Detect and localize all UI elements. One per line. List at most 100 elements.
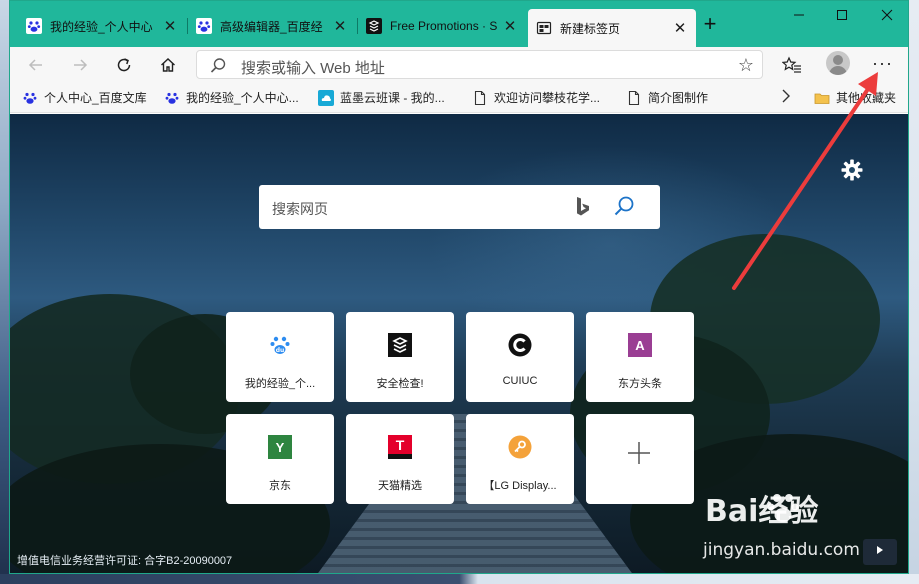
tile-label: 京东 (269, 480, 291, 492)
baidu-paw-icon (26, 18, 42, 34)
desktop-right-edge (909, 0, 919, 584)
tab-title: 我的经验_个人中心 (50, 19, 153, 34)
top-site-tile[interactable]: 【LG Display... (466, 414, 574, 504)
tile-letter: T (395, 437, 405, 453)
profile-avatar[interactable] (826, 51, 850, 75)
top-site-tile[interactable]: CUIUC (466, 312, 574, 402)
bookmarks-bar: 个人中心_百度文库 我的经验_个人中心... 蓝墨云班课 - 我的... 欢迎访… (10, 83, 908, 113)
baidu-paw-icon (22, 90, 38, 106)
tile-label: 【LG Display... (483, 480, 557, 492)
back-button[interactable] (22, 51, 50, 79)
top-site-tile[interactable]: du 我的经验_个... (226, 312, 334, 402)
tile-label: CUIUC (502, 375, 538, 387)
tab-my-experience[interactable]: 我的经验_个人中心 ✕ (18, 11, 186, 41)
top-site-tile[interactable]: T 天猫精选 (346, 414, 454, 504)
add-site-tile[interactable] (586, 414, 694, 504)
browser-window: 我的经验_个人中心 ✕ 高级编辑器_百度经 ✕ Free Promotions … (9, 0, 909, 574)
baidu-paw-icon (196, 18, 212, 34)
top-site-tile[interactable]: 安全检查! (346, 312, 454, 402)
tab-new-tab[interactable]: 新建标签页 ✕ (528, 9, 696, 47)
tile-letter: A (635, 337, 645, 353)
search-input[interactable]: 搜索网页 (272, 199, 328, 219)
tile-label: 我的经验_个... (244, 378, 316, 390)
key-icon (508, 435, 532, 459)
letter-y-icon: Y (268, 435, 292, 459)
arrow-left-icon (28, 59, 42, 71)
tab-bar: 我的经验_个人中心 ✕ 高级编辑器_百度经 ✕ Free Promotions … (10, 1, 908, 47)
refresh-icon (117, 58, 131, 72)
bookmark-label: 欢迎访问攀枝花学... (494, 91, 601, 105)
newtab-page-icon (536, 20, 552, 36)
bookmark-label: 蓝墨云班课 - 我的... (340, 91, 445, 105)
tile-label: 安全检查! (376, 378, 424, 390)
top-site-tile[interactable]: Y 京东 (226, 414, 334, 504)
folder-icon (814, 90, 830, 106)
search-icon[interactable] (612, 194, 636, 223)
forward-button[interactable] (66, 51, 94, 79)
close-icon[interactable]: ✕ (502, 17, 518, 35)
bookmark-label: 其他收藏夹 (836, 91, 897, 105)
bing-logo-icon (575, 196, 591, 223)
bookmark-item[interactable]: 我的经验_个人中心... (164, 89, 299, 106)
letter-a-icon: A (628, 333, 652, 357)
star-icon[interactable]: ☆ (738, 55, 754, 76)
close-icon[interactable]: ✕ (162, 17, 178, 35)
address-input[interactable]: 搜索或输入 Web 地址 (241, 57, 385, 78)
bookmark-label: 简介图制作 (648, 91, 709, 105)
bookmark-item[interactable]: 欢迎访问攀枝花学... (472, 89, 600, 106)
svg-text:du: du (276, 347, 285, 354)
close-icon[interactable]: ✕ (672, 19, 688, 37)
other-favorites-folder[interactable]: 其他收藏夹 (814, 89, 896, 106)
new-tab-button[interactable]: + (698, 13, 722, 37)
maximize-button[interactable] (819, 3, 865, 29)
search-icon (209, 57, 227, 80)
close-icon (881, 9, 893, 21)
chevron-right-icon[interactable] (780, 88, 792, 107)
chevron-right-icon (877, 546, 883, 554)
bookmark-label: 个人中心_百度文库 (44, 91, 147, 105)
cloud-icon (318, 89, 334, 106)
web-search-box[interactable]: 搜索网页 (259, 185, 660, 229)
c-circle-icon (508, 333, 532, 357)
more-options-icon[interactable]: ··· (872, 53, 893, 74)
tmall-icon: T (388, 435, 412, 459)
tab-advanced-editor[interactable]: 高级编辑器_百度经 ✕ (187, 11, 356, 41)
page-next-button[interactable] (863, 539, 897, 565)
minimize-icon (794, 14, 804, 16)
minimize-button[interactable] (776, 3, 822, 29)
bookmark-item[interactable]: 个人中心_百度文库 (22, 89, 147, 106)
top-site-tile[interactable]: A 东方头条 (586, 312, 694, 402)
tab-free-promotions[interactable]: Free Promotions · S ✕ (357, 11, 526, 41)
new-tab-page: 搜索网页 du 我的经验_个... 安全检查! CUIUC A 东方头条 Y 京… (10, 114, 908, 573)
refresh-button[interactable] (110, 51, 138, 79)
tile-letter: Y (275, 439, 285, 455)
tile-label: 天猫精选 (378, 480, 422, 492)
baidu-du-icon: du (268, 333, 292, 357)
license-footer: 增值电信业务经营许可证: 合字B2-20090007 (17, 555, 233, 567)
tab-title: 高级编辑器_百度经 (220, 19, 323, 34)
desktop-left-edge (0, 0, 9, 584)
address-toolbar: 搜索或输入 Web 地址 ☆ ··· (10, 47, 908, 83)
page-icon (472, 90, 488, 106)
bookmark-label: 我的经验_个人中心... (186, 91, 299, 105)
home-icon (161, 58, 175, 72)
bookmark-item[interactable]: 简介图制作 (626, 89, 708, 106)
maximize-icon (837, 10, 847, 20)
settings-gear-icon[interactable] (840, 158, 864, 182)
page-icon (626, 90, 642, 106)
plus-icon (624, 438, 654, 474)
desktop-bottom-edge (0, 574, 919, 584)
bookmark-item[interactable]: 蓝墨云班课 - 我的... (318, 89, 445, 106)
close-icon[interactable]: ✕ (332, 17, 348, 35)
tab-title: 新建标签页 (560, 21, 621, 36)
promotions-icon (366, 18, 382, 34)
tab-title: Free Promotions · S (390, 19, 498, 33)
favorites-button[interactable] (778, 51, 806, 79)
arrow-right-icon (74, 59, 88, 71)
baidu-paw-icon (164, 90, 180, 106)
close-window-button[interactable] (864, 3, 908, 29)
home-button[interactable] (154, 51, 182, 79)
tile-label: 东方头条 (618, 378, 662, 390)
stack-icon (388, 333, 412, 357)
address-bar[interactable]: 搜索或输入 Web 地址 ☆ (196, 50, 763, 79)
